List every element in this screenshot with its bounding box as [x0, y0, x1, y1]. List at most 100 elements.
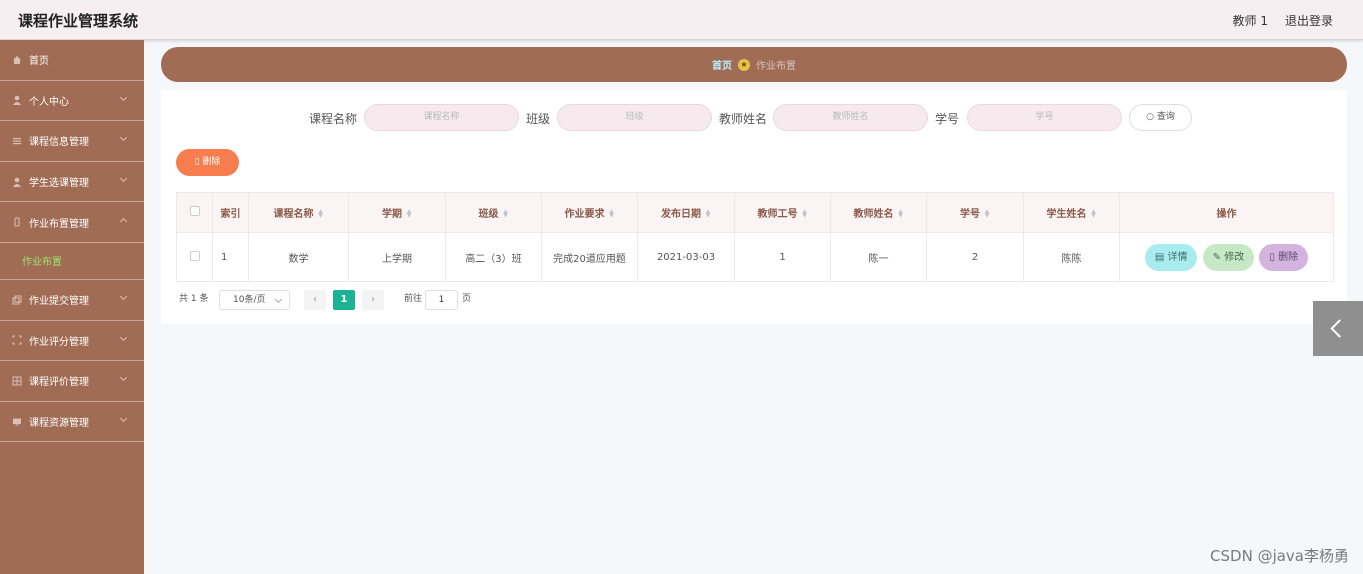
- user-name: 教师 1: [1232, 14, 1268, 28]
- col-class[interactable]: 班级 ▲ ▼: [445, 192, 542, 233]
- sort-icon: ▲ ▼: [898, 208, 903, 219]
- select-all-checkbox[interactable]: [176, 192, 213, 233]
- sidebar-item-label: 个人中心: [29, 96, 69, 108]
- col-index: 索引: [212, 192, 249, 233]
- col-term[interactable]: 学期 ▲ ▼: [348, 192, 446, 233]
- sort-icon: ▲ ▼: [802, 208, 807, 219]
- sidebar-item-home[interactable]: 首页: [0, 40, 144, 81]
- sidebar-item-label: 首页: [29, 56, 49, 68]
- sidebar-item-course-review[interactable]: 课程评价管理: [0, 361, 144, 402]
- detail-button[interactable]: ▤ 详情: [1144, 243, 1198, 271]
- sidebar-item-label: 学生选课管理: [29, 178, 89, 190]
- col-date[interactable]: 发布日期 ▲ ▼: [637, 192, 735, 233]
- fullscreen-icon: [12, 335, 22, 345]
- next-page-button[interactable]: ›: [362, 290, 384, 310]
- sort-icon: ▲ ▼: [984, 208, 990, 219]
- course-name-input[interactable]: 课程名称: [364, 104, 519, 131]
- page-number-current[interactable]: 1: [333, 290, 355, 310]
- chevron-down-icon: [119, 292, 128, 301]
- sidebar-item-label: 课程评价管理: [29, 377, 89, 389]
- col-teacher-name[interactable]: 教师姓名 ▲ ▼: [830, 192, 927, 233]
- sidebar-subitem-assignment-publish[interactable]: 作业布置: [0, 243, 144, 280]
- sidebar-item-profile[interactable]: 个人中心: [0, 81, 144, 122]
- sidebar-item-course-selection[interactable]: 学生选课管理: [0, 162, 144, 203]
- app-title: 课程作业管理系统: [18, 12, 139, 30]
- page-size-select[interactable]: 10条/页: [219, 290, 290, 310]
- breadcrumb-home[interactable]: 首页: [712, 57, 732, 72]
- delete-button[interactable]: ▯ 删除: [1259, 243, 1309, 271]
- user-icon: [13, 96, 21, 106]
- sidebar-item-assignment-publish[interactable]: 作业布置管理: [0, 202, 144, 243]
- cell-course: 数学: [248, 232, 349, 282]
- cell-class: 高二（3）班: [445, 232, 542, 282]
- sidebar-item-assignment-grade[interactable]: 作业评分管理: [0, 321, 144, 362]
- phone-icon: [14, 217, 20, 227]
- col-requirement[interactable]: 作业要求 ▲ ▼: [541, 192, 638, 233]
- edit-button[interactable]: ✎ 修改: [1202, 243, 1255, 271]
- sort-icon: ▲ ▼: [609, 208, 614, 219]
- table-header-row: 索引 课程名称 ▲ ▼ 学期 ▲ ▼ 班级 ▲ ▼ 作业要求 ▲ ▼ 发布日期 ▲ ▼ 教师工号 ▲ ▼…: [176, 192, 1334, 233]
- top-bar: 课程作业管理系统 教师 1 退出登录: [0, 0, 1363, 40]
- batch-delete-button[interactable]: ▯ 删除: [176, 149, 239, 176]
- home-icon: [13, 55, 21, 64]
- sort-icon: ▲ ▼: [1091, 208, 1096, 219]
- breadcrumb: 首页 ★ 作业布置: [161, 47, 1347, 82]
- sidebar-item-course-info[interactable]: 课程信息管理: [0, 121, 144, 162]
- col-teacher-id[interactable]: 教师工号 ▲ ▼: [734, 192, 831, 233]
- sidebar: 首页 个人中心 课程信息管理 学生选课管理 作业布置管理 作业布置 作业提交管理…: [0, 40, 144, 574]
- course-name-label: 课程名称: [309, 112, 358, 126]
- watermark: CSDN @java李杨勇: [1210, 547, 1349, 565]
- chevron-down-icon: [119, 134, 128, 142]
- goto-page-input[interactable]: 1: [425, 290, 458, 310]
- monitor-icon: [13, 418, 21, 426]
- document-icon: ▤: [1154, 251, 1165, 263]
- star-icon: ★: [738, 58, 750, 71]
- cell-requirement: 完成20道应用题: [541, 232, 638, 282]
- cell-index: 1: [212, 232, 249, 282]
- grid-icon: [12, 376, 22, 386]
- col-course[interactable]: 课程名称 ▲ ▼: [248, 192, 349, 233]
- chevron-left-icon[interactable]: [1313, 301, 1363, 356]
- student-id-input[interactable]: 学号: [967, 104, 1122, 131]
- sort-icon: ▲ ▼: [406, 208, 412, 219]
- chevron-down-icon: [119, 414, 128, 422]
- student-id-label: 学号: [935, 112, 960, 126]
- col-student-id[interactable]: 学号 ▲ ▼: [926, 192, 1024, 233]
- class-label: 班级: [526, 112, 551, 126]
- user-icon: [13, 177, 21, 187]
- row-checkbox[interactable]: [176, 232, 213, 282]
- sidebar-item-label: 作业提交管理: [29, 296, 89, 308]
- col-actions: 操作: [1119, 192, 1334, 233]
- prev-page-button[interactable]: ‹: [304, 290, 326, 310]
- pagination-total: 共 1 条: [179, 294, 209, 304]
- cell-teacher-id: 1: [734, 232, 831, 282]
- sort-icon: ▲ ▼: [705, 208, 711, 219]
- query-button[interactable]: ○ 查询: [1129, 104, 1192, 131]
- sidebar-item-label: 作业评分管理: [29, 336, 89, 348]
- search-icon: ○: [1146, 112, 1154, 122]
- copy-icon: [12, 295, 22, 305]
- chevron-down-icon: [119, 374, 128, 382]
- chevron-up-icon: [119, 218, 128, 226]
- trash-icon: ▯: [194, 157, 200, 167]
- teacher-name-input[interactable]: 教师姓名: [773, 104, 928, 131]
- col-student-name[interactable]: 学生姓名 ▲ ▼: [1023, 192, 1120, 233]
- assignment-table: 索引 课程名称 ▲ ▼ 学期 ▲ ▼ 班级 ▲ ▼ 作业要求 ▲ ▼ 发布日期 ▲ ▼ 教师工号 ▲ ▼…: [176, 192, 1334, 282]
- breadcrumb-current: 作业布置: [756, 61, 796, 72]
- query-button-label: 查询: [1156, 112, 1175, 122]
- logout-link[interactable]: 退出登录: [1285, 12, 1333, 29]
- sort-icon: ▲ ▼: [503, 208, 508, 219]
- sidebar-item-label: 课程资源管理: [29, 418, 89, 430]
- sidebar-item-course-resource[interactable]: 课程资源管理: [0, 402, 144, 443]
- cell-student-id: 2: [926, 232, 1024, 282]
- sidebar-item-assignment-submit[interactable]: 作业提交管理: [0, 280, 144, 321]
- goto-label: 前往: [404, 294, 423, 304]
- chevron-down-icon: [119, 333, 128, 341]
- cell-date: 2021-03-03: [637, 232, 735, 282]
- class-input[interactable]: 班级: [557, 104, 712, 131]
- chevron-down-icon: [119, 174, 128, 182]
- pencil-icon: ✎: [1212, 251, 1222, 263]
- sidebar-item-label: 作业布置管理: [29, 218, 89, 230]
- cell-term: 上学期: [348, 232, 446, 282]
- trash-icon: ▯: [1269, 251, 1275, 263]
